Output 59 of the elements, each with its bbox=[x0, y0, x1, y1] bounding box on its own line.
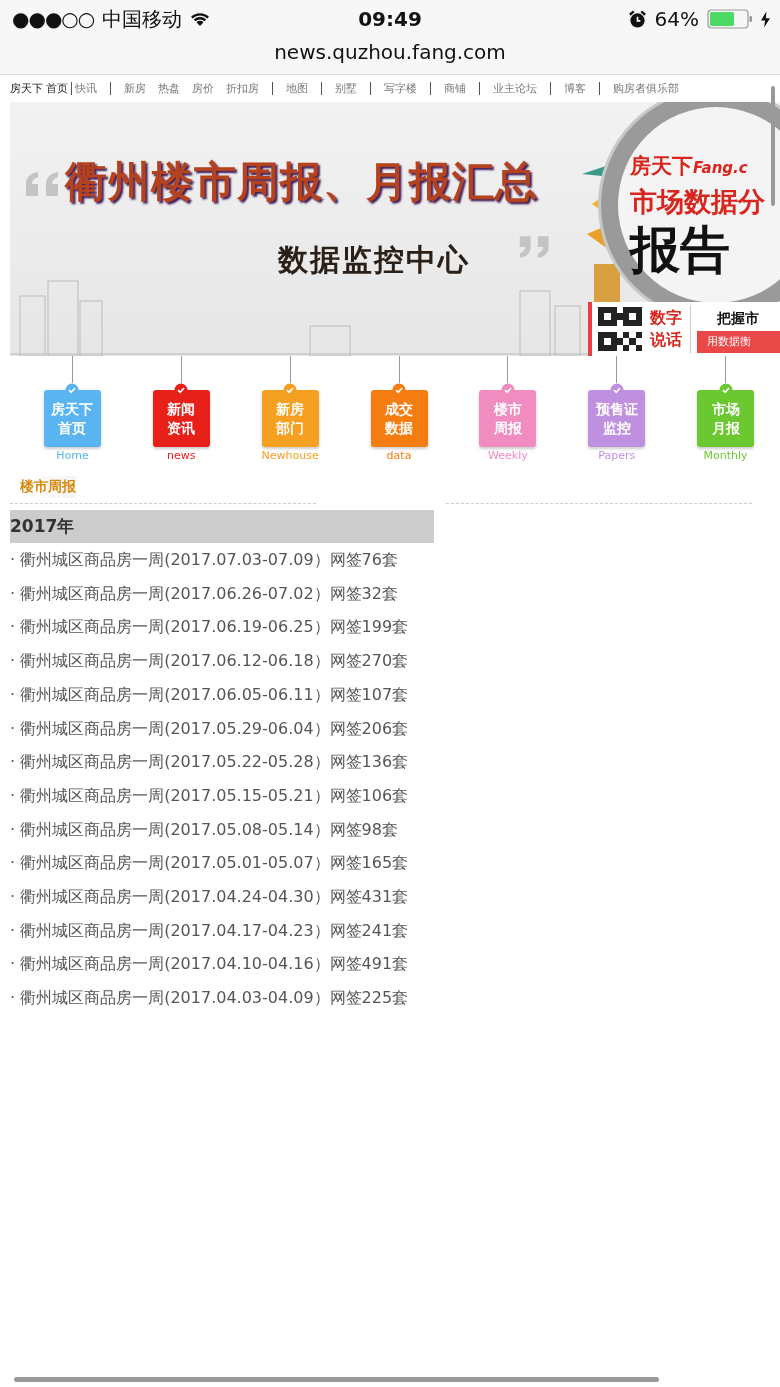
nav-link[interactable]: 快讯 bbox=[75, 81, 98, 96]
wifi-icon bbox=[190, 11, 211, 27]
tagline-text: 把握市 bbox=[716, 309, 760, 328]
brand-logo: 房天下Fang.c bbox=[630, 153, 749, 180]
carrier-name: 中国移动 bbox=[102, 5, 183, 33]
tile-caption: Newhouse bbox=[261, 449, 319, 462]
report-link[interactable]: · 衢州城区商品房一周(2017.06.26-07.02）网签32套 bbox=[10, 576, 428, 611]
menu-tile[interactable]: 预售证 监控 bbox=[588, 390, 646, 447]
nav-link[interactable]: 折扣房 bbox=[226, 81, 260, 96]
menu-tile[interactable]: 新闻 资讯 bbox=[152, 390, 210, 447]
report-link[interactable]: · 衢州城区商品房一周(2017.04.10-04.16）网签491套 bbox=[10, 947, 428, 982]
slogan-text: 说话 bbox=[650, 329, 682, 351]
tile-caption: Papers bbox=[598, 449, 636, 462]
report-link[interactable]: · 衢州城区商品房一周(2017.04.17-04.23）网签241套 bbox=[10, 913, 428, 948]
nav-link[interactable]: 商铺 bbox=[444, 81, 467, 96]
address-bar[interactable]: news.quzhou.fang.com bbox=[0, 38, 780, 66]
tile-caption: Home bbox=[56, 449, 89, 462]
report-big-title: 报告 bbox=[630, 220, 731, 280]
report-link[interactable]: · 衢州城区商品房一周(2017.07.03-07.09）网签76套 bbox=[10, 543, 428, 577]
nav-link[interactable]: 新房 bbox=[124, 81, 147, 96]
report-link[interactable]: · 衢州城区商品房一周(2017.06.19-06.25）网签199套 bbox=[10, 610, 428, 645]
banner-title: 衢州楼市周报、月报汇总 bbox=[65, 156, 538, 208]
clock-time: 09:49 bbox=[358, 7, 422, 31]
report-title: 市场数据分 bbox=[630, 185, 766, 219]
banner[interactable]: 衢州楼市周报、月报汇总 数据监控中心 房天下Fang.c 市场数据分 报告 数字 说话 把握市 用数据衡 bbox=[10, 102, 780, 356]
nav-link[interactable]: 热盘 bbox=[158, 81, 181, 96]
tile-caption: data bbox=[386, 449, 412, 462]
menu-tile[interactable]: 成交 数据 bbox=[370, 390, 428, 447]
report-link[interactable]: · 衢州城区商品房一周(2017.05.29-06.04）网签206套 bbox=[10, 711, 428, 746]
report-link[interactable]: · 衢州城区商品房一周(2017.05.22-05.28）网签136套 bbox=[10, 745, 428, 779]
report-link[interactable]: · 衢州城区商品房一周(2017.06.12-06.18）网签270套 bbox=[10, 644, 428, 678]
section-title: 楼市周报 bbox=[20, 476, 76, 498]
battery-percent: 64% bbox=[654, 7, 699, 31]
nav-link[interactable]: 别墅 bbox=[335, 81, 358, 96]
report-link[interactable]: · 衢州城区商品房一周(2017.05.08-05.14）网签98套 bbox=[10, 812, 428, 847]
report-link[interactable]: · 衢州城区商品房一周(2017.04.24-04.30）网签431套 bbox=[10, 880, 428, 914]
charging-bolt-icon bbox=[761, 10, 770, 28]
banner-subtitle: 数据监控中心 bbox=[278, 241, 470, 279]
nav-link[interactable]: 业主论坛 bbox=[493, 81, 538, 96]
nav-link[interactable]: 房价 bbox=[192, 81, 215, 96]
tagline-text: 用数据衡 bbox=[697, 331, 780, 353]
slogan-text: 数字 bbox=[650, 307, 682, 329]
battery-icon bbox=[707, 9, 753, 29]
alarm-clock-icon bbox=[627, 9, 647, 29]
nav-link[interactable]: 写字楼 bbox=[384, 81, 418, 96]
report-link[interactable]: · 衢州城区商品房一周(2017.05.01-05.07）网签165套 bbox=[10, 846, 428, 881]
report-link[interactable]: · 衢州城区商品房一周(2017.04.03-04.09）网签225套 bbox=[10, 981, 428, 1015]
signal-strength: ●●●○○ bbox=[12, 7, 95, 31]
tile-caption: Monthly bbox=[703, 449, 748, 462]
year-header: 2017年 bbox=[10, 510, 434, 543]
nav-link[interactable]: 博客 bbox=[564, 81, 587, 96]
qr-code-icon bbox=[598, 307, 642, 351]
nav-link[interactable]: 地图 bbox=[286, 81, 309, 96]
report-link[interactable]: · 衢州城区商品房一周(2017.05.15-05.21）网签106套 bbox=[10, 778, 428, 813]
tile-caption: Weekly bbox=[488, 449, 528, 462]
tile-caption: news bbox=[167, 449, 196, 462]
report-link[interactable]: · 衢州城区商品房一周(2017.06.05-06.11）网签107套 bbox=[10, 677, 428, 712]
nav-link[interactable]: 房天下 首页 bbox=[10, 81, 69, 96]
nav-link[interactable]: 购房者俱乐部 bbox=[613, 81, 680, 96]
